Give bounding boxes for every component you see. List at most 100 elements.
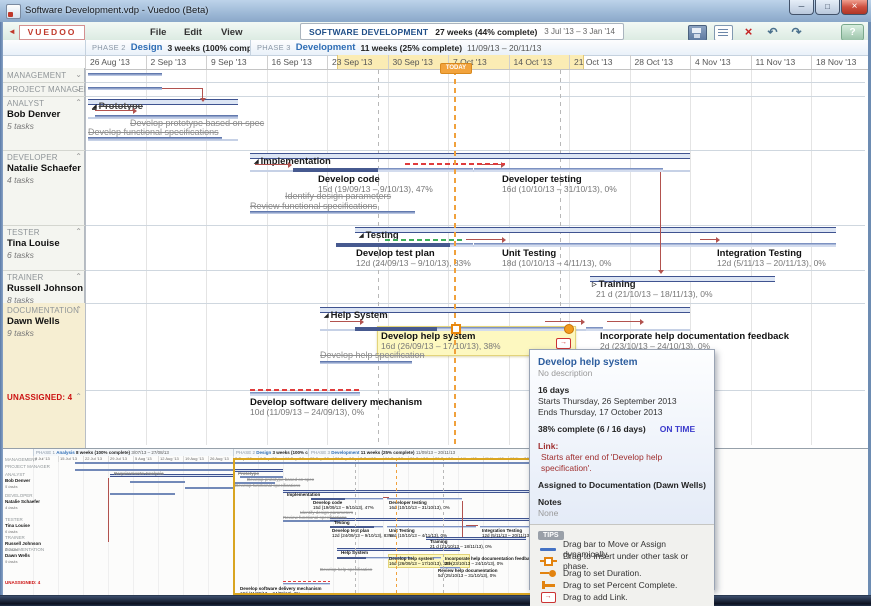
overview-viewport[interactable] (233, 458, 576, 595)
tooltip-end-date: Ends Thursday, 17 October 2013 (538, 407, 706, 418)
delete-icon[interactable]: × (740, 25, 757, 39)
collapse-chevron-icon[interactable]: ⌃ (75, 227, 82, 236)
collapse-chevron-icon[interactable]: ⌃ (75, 152, 82, 161)
overview-phase-text: 3 weeks (100% compl... (273, 450, 308, 455)
link-connector (95, 110, 133, 111)
overview-resource-role: UNASSIGNED: 4 (5, 580, 40, 585)
undo-icon[interactable]: ↶ (764, 25, 781, 39)
resource-row-unassigned-[interactable]: UNASSIGNED: 4⌃ (3, 390, 85, 448)
menu-edit[interactable]: Edit (184, 27, 202, 38)
overview-resource-tasks: 9 tasks (5, 559, 18, 564)
resource-row-project-manager[interactable]: PROJECT MANAGER⌄ (3, 82, 85, 96)
collapsed-triangle-icon[interactable]: ▷ (592, 282, 597, 288)
phase-header-3[interactable]: PHASE 3Development11 weeks (25% complete… (250, 40, 865, 55)
overview-phase-header: PHASE 2 Design 3 weeks (100% compl... (233, 449, 308, 456)
completed-task-label: Develop help specification (320, 350, 425, 360)
task-bar[interactable] (698, 243, 836, 247)
overview-phase-text: 11/09/13 – 20/11/13 (416, 450, 455, 455)
project-name: SOFTWARE DEVELOPMENT (309, 27, 428, 37)
tooltip-link-text: Starts after end of 'Develop help specif… (538, 452, 706, 474)
add-link-glyph: → (541, 592, 556, 603)
overview-gridline (58, 462, 59, 596)
chart-row-separator (86, 303, 865, 304)
project-stats: 27 weeks (44% complete) (435, 27, 537, 37)
vuedoo-logo: VUEDOO (19, 25, 85, 40)
completed-task-bar[interactable] (250, 211, 415, 214)
phase-text: 11 weeks (25% complete) (360, 43, 462, 53)
close-button[interactable]: × (841, 0, 868, 15)
menu-view[interactable]: View (221, 27, 242, 38)
timeline-date-cell: 4 Nov '13 (690, 55, 751, 70)
insert-handle-icon[interactable] (451, 324, 461, 334)
duration-glyph (540, 570, 556, 577)
project-summary-box: SOFTWARE DEVELOPMENT 27 weeks (44% compl… (300, 23, 624, 40)
resource-row-tester[interactable]: TESTERTina Louise6 tasks⌃ (3, 225, 85, 270)
collapse-chevron-icon[interactable]: ⌃ (75, 305, 82, 314)
duration-handle-icon[interactable] (564, 324, 574, 334)
timeline-date-cell: 11 Nov '13 (751, 55, 812, 70)
drag-bar-glyph (540, 548, 556, 551)
menu-file[interactable]: File (150, 27, 166, 38)
link-handle-icon[interactable]: → (556, 338, 571, 349)
group-bar[interactable] (355, 227, 836, 233)
resource-role: TRAINER (7, 273, 44, 282)
overview-resource-name: Natalie Schaefer (5, 499, 40, 504)
tooltip-percent-complete: 38% complete (6 / 16 days) (538, 424, 646, 434)
task-bar[interactable] (336, 243, 473, 247)
insert-icon (538, 557, 558, 566)
resource-task-count: 8 tasks (7, 295, 34, 303)
task-bar[interactable] (293, 168, 473, 172)
arrowhead-icon (200, 98, 206, 102)
overview-phase-text: PHASE 3 (311, 450, 331, 455)
group-label: ◢Implementation (254, 156, 331, 167)
collapse-chevron-icon[interactable]: ⌄ (75, 84, 82, 93)
completed-task-bar[interactable] (88, 73, 162, 76)
resource-row-documentation[interactable]: DOCUMENTATIONDawn Wells9 tasks⌃ (3, 303, 85, 390)
maximize-button[interactable]: □ (815, 0, 840, 15)
phase-header-2[interactable]: PHASE 2Design3 weeks (100% compl... (85, 40, 250, 55)
tips-badge: TIPS (538, 531, 564, 540)
expanded-triangle-icon[interactable]: ◢ (324, 313, 329, 319)
collapse-chevron-icon[interactable]: ⌃ (75, 98, 82, 107)
timeline-date-cell: 18 Nov '13 (811, 55, 871, 70)
task-bar[interactable] (250, 392, 360, 396)
task-bar[interactable] (474, 168, 663, 172)
completed-task-bar[interactable] (88, 87, 162, 90)
resource-row-analyst[interactable]: ANALYSTBob Denver5 tasks⌃ (3, 96, 85, 150)
task-bar[interactable] (474, 243, 698, 247)
resource-task-count: 9 tasks (7, 328, 34, 338)
help-button[interactable]: ? (841, 24, 864, 41)
overview-phase-text: Development (331, 450, 361, 455)
tooltip-progress-row: 38% complete (6 / 16 days) ON TIME (538, 424, 706, 435)
timeline-date-cell: 23 Sep '13 (327, 55, 388, 70)
insert-glyph (540, 557, 557, 566)
properties-icon[interactable] (714, 25, 733, 41)
arrowhead-icon (716, 237, 720, 243)
timeline-date-cell: 9 Sep '13 (206, 55, 267, 70)
redo-icon[interactable]: ↷ (788, 25, 805, 39)
tooltip-notes-value: None (538, 508, 706, 519)
back-arrow-icon[interactable]: ◄ (8, 27, 16, 36)
resource-row-developer[interactable]: DEVELOPERNatalie Schaefer4 tasks⌃ (3, 150, 85, 225)
completed-task-bar[interactable] (320, 361, 412, 364)
overview-resource-name: Tina Louise (5, 523, 30, 528)
completed-task-bar[interactable] (88, 137, 222, 140)
expanded-triangle-icon[interactable]: ◢ (359, 233, 364, 239)
overview-gridline (208, 462, 209, 596)
overview-resource-role: TRAINER (5, 535, 25, 540)
completed-task-label: Review functional specifications (250, 201, 377, 211)
minimize-button[interactable]: ─ (789, 0, 814, 15)
resource-row-trainer[interactable]: TRAINERRussell Johnson8 tasks⌃ (3, 270, 85, 303)
resource-row-management[interactable]: MANAGEMENT⌄ (3, 68, 85, 82)
tip-row: Drag to set Percent Complete. (538, 579, 706, 591)
link-connector (545, 321, 581, 322)
save-icon[interactable] (688, 25, 707, 41)
timeline-date-cell: 2 Sep '13 (146, 55, 207, 70)
on-time-badge: ON TIME (660, 424, 695, 434)
tip-row: →Drag to add Link. (538, 591, 706, 603)
collapse-chevron-icon[interactable]: ⌃ (75, 392, 82, 401)
collapse-chevron-icon[interactable]: ⌄ (75, 70, 82, 79)
collapse-chevron-icon[interactable]: ⌃ (75, 272, 82, 281)
tooltip-details: Develop help system No description 16 da… (530, 350, 714, 524)
overview-phase-text: Design (256, 450, 272, 455)
